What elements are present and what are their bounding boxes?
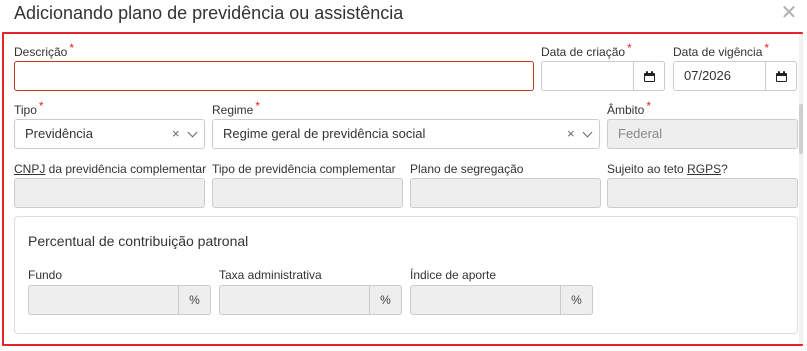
chevron-down-icon[interactable] xyxy=(187,127,198,138)
regime-label: Regime * xyxy=(212,99,260,117)
tipo-complementar-input xyxy=(212,178,403,208)
tipo-complementar-label: Tipo de previdência complementar xyxy=(212,162,396,176)
descricao-input[interactable] xyxy=(14,61,534,91)
data-vigencia-label: Data de vigência * xyxy=(673,41,769,59)
contribuicao-title: Percentual de contribuição patronal xyxy=(28,233,249,249)
data-vigencia-calendar-button[interactable] xyxy=(765,61,797,91)
chevron-down-icon[interactable] xyxy=(582,127,593,138)
calendar-icon xyxy=(643,70,655,82)
data-criacao-calendar-button[interactable] xyxy=(633,61,665,91)
descricao-label-text: Descrição xyxy=(14,45,68,59)
data-vigencia-input[interactable]: 07/2026 xyxy=(673,61,797,91)
required-marker: * xyxy=(255,99,261,113)
indice-input: % xyxy=(410,285,593,315)
sujeito-teto-prefix: Sujeito ao teto xyxy=(607,162,688,176)
percent-addon: % xyxy=(560,285,593,315)
tipo-value: Previdência xyxy=(25,126,93,141)
close-icon[interactable]: ✕ xyxy=(778,2,800,24)
required-marker: * xyxy=(38,99,44,113)
sujeito-teto-input xyxy=(607,178,798,208)
tipo-label-text: Tipo xyxy=(14,103,37,117)
rgps-abbr: RGPS xyxy=(687,162,722,176)
data-vigencia-value: 07/2026 xyxy=(684,68,731,83)
scrollbar[interactable] xyxy=(799,34,803,344)
indice-label: Índice de aporte xyxy=(410,268,497,282)
taxa-input: % xyxy=(219,285,402,315)
required-marker: * xyxy=(627,41,632,55)
cnpj-label: CNPJ da previdência complementar xyxy=(14,162,206,176)
fundo-label: Fundo xyxy=(28,268,63,282)
percent-addon: % xyxy=(178,285,211,315)
data-criacao-input[interactable] xyxy=(541,61,665,91)
tipo-select[interactable]: Previdência × xyxy=(14,119,205,149)
data-criacao-label-text: Data de criação xyxy=(541,45,626,59)
sujeito-teto-suffix: ? xyxy=(721,162,728,176)
calendar-icon xyxy=(775,70,787,82)
taxa-label: Taxa administrativa xyxy=(219,268,322,282)
required-marker: * xyxy=(646,99,652,113)
plano-segregacao-input xyxy=(410,178,601,208)
sujeito-teto-label: Sujeito ao teto RGPS? xyxy=(607,162,728,176)
tipo-label: Tipo * xyxy=(14,99,44,117)
scrollbar-thumb[interactable] xyxy=(799,104,803,154)
descricao-label: Descrição * xyxy=(14,41,74,59)
ambito-input: Federal xyxy=(607,119,798,149)
regime-value: Regime geral de previdência social xyxy=(223,126,426,141)
dialog-title: Adicionando plano de previdência ou assi… xyxy=(14,3,404,23)
cnpj-label-text: da previdência complementar xyxy=(45,162,207,176)
ambito-label-text: Âmbito xyxy=(607,103,645,117)
required-marker: * xyxy=(764,41,770,55)
clear-icon[interactable]: × xyxy=(172,120,180,148)
fundo-input: % xyxy=(28,285,211,315)
regime-select[interactable]: Regime geral de previdência social × xyxy=(212,119,600,149)
plano-segregacao-label: Plano de segregação xyxy=(410,162,524,176)
cnpj-abbr: CNPJ xyxy=(14,162,46,176)
regime-label-text: Regime xyxy=(212,103,254,117)
required-marker: * xyxy=(69,41,75,55)
data-criacao-label: Data de criação * xyxy=(541,41,632,59)
clear-icon[interactable]: × xyxy=(567,120,575,148)
percent-addon: % xyxy=(369,285,402,315)
ambito-label: Âmbito * xyxy=(607,99,651,117)
cnpj-input xyxy=(14,178,205,208)
data-vigencia-label-text: Data de vigência xyxy=(673,45,763,59)
